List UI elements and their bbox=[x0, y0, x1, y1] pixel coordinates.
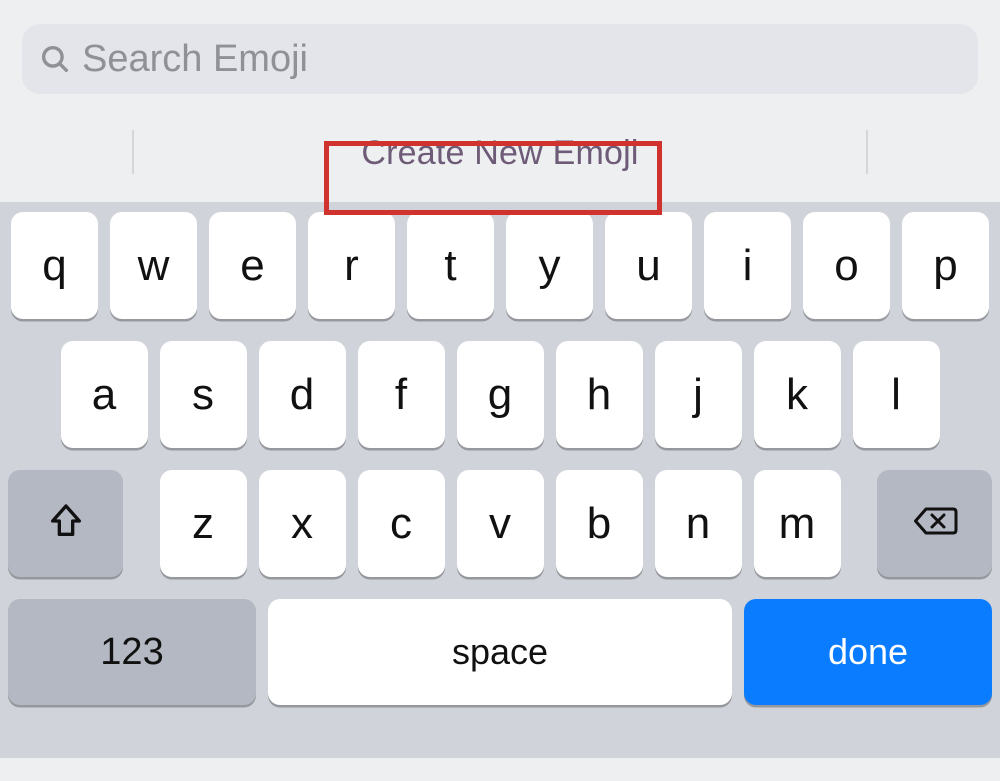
key-h[interactable]: h bbox=[556, 341, 643, 448]
key-z[interactable]: z bbox=[160, 470, 247, 577]
key-e[interactable]: e bbox=[209, 212, 296, 319]
key-r[interactable]: r bbox=[308, 212, 395, 319]
key-k[interactable]: k bbox=[754, 341, 841, 448]
key-l[interactable]: l bbox=[853, 341, 940, 448]
space-key[interactable]: space bbox=[268, 599, 732, 705]
key-w[interactable]: w bbox=[110, 212, 197, 319]
key-a[interactable]: a bbox=[61, 341, 148, 448]
key-v[interactable]: v bbox=[457, 470, 544, 577]
backspace-key[interactable] bbox=[877, 470, 992, 577]
backspace-icon bbox=[912, 503, 958, 544]
search-placeholder: Search Emoji bbox=[82, 38, 308, 81]
create-new-emoji-button[interactable]: Create New Emoji bbox=[361, 134, 638, 173]
key-u[interactable]: u bbox=[605, 212, 692, 319]
key-p[interactable]: p bbox=[902, 212, 989, 319]
shift-up-icon bbox=[46, 501, 86, 546]
key-d[interactable]: d bbox=[259, 341, 346, 448]
key-y[interactable]: y bbox=[506, 212, 593, 319]
key-m[interactable]: m bbox=[754, 470, 841, 577]
emoji-search-bar[interactable]: Search Emoji bbox=[22, 24, 978, 94]
key-c[interactable]: c bbox=[358, 470, 445, 577]
done-key[interactable]: done bbox=[744, 599, 992, 705]
numeric-switch-key[interactable]: 123 bbox=[8, 599, 256, 705]
key-t[interactable]: t bbox=[407, 212, 494, 319]
key-j[interactable]: j bbox=[655, 341, 742, 448]
suggestion-bar: Create New Emoji bbox=[0, 112, 1000, 194]
shift-key[interactable] bbox=[8, 470, 123, 577]
key-f[interactable]: f bbox=[358, 341, 445, 448]
key-s[interactable]: s bbox=[160, 341, 247, 448]
key-o[interactable]: o bbox=[803, 212, 890, 319]
key-q[interactable]: q bbox=[11, 212, 98, 319]
key-g[interactable]: g bbox=[457, 341, 544, 448]
key-x[interactable]: x bbox=[259, 470, 346, 577]
search-icon bbox=[38, 42, 72, 76]
keyboard-row-2: a s d f g h j k l bbox=[8, 341, 992, 448]
divider bbox=[132, 130, 134, 174]
keyboard-row-3: z x c v b n m bbox=[8, 470, 992, 577]
key-n[interactable]: n bbox=[655, 470, 742, 577]
divider bbox=[866, 130, 868, 174]
keyboard-row-1: q w e r t y u i o p bbox=[8, 212, 992, 319]
key-b[interactable]: b bbox=[556, 470, 643, 577]
keyboard-row-bottom: 123 space done bbox=[8, 599, 992, 705]
key-i[interactable]: i bbox=[704, 212, 791, 319]
on-screen-keyboard: q w e r t y u i o p a s d f g h j k l z … bbox=[0, 202, 1000, 758]
